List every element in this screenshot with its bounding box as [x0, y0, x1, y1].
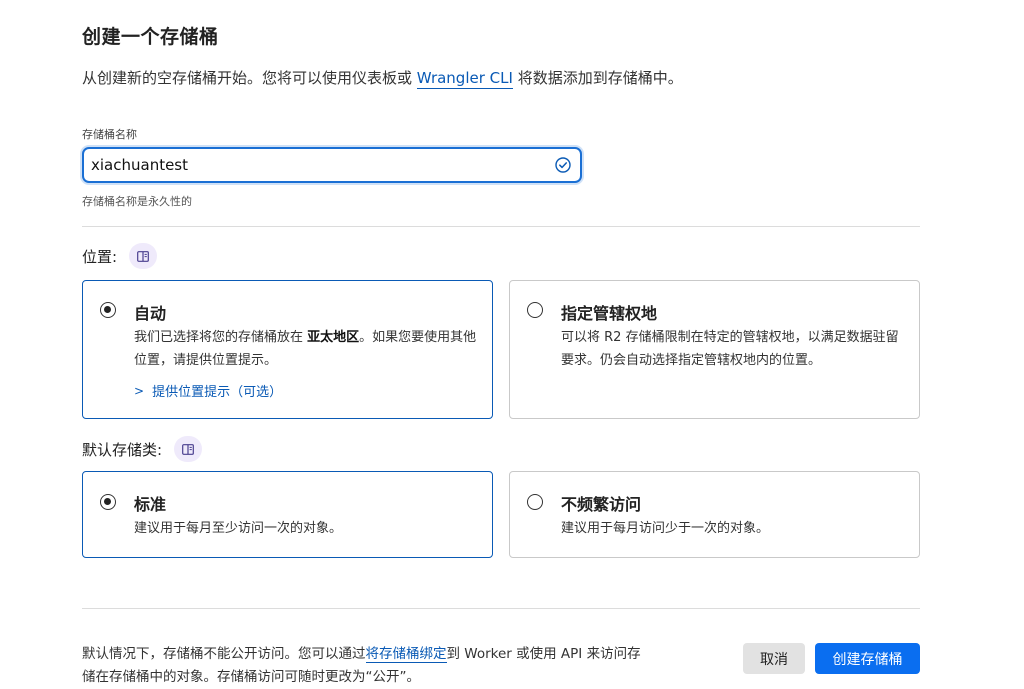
storage-infrequent-desc: 建议用于每月访问少于一次的对象。 [561, 521, 770, 536]
location-hint-label: 提供位置提示（可选） [152, 385, 283, 400]
book-icon-glyph [137, 250, 149, 262]
storage-class-option-standard[interactable]: 标准 建议用于每月至少访问一次的对象。 [82, 471, 493, 558]
bucket-name-field[interactable] [82, 147, 582, 183]
radio-auto[interactable] [100, 302, 116, 318]
book-icon-glyph [182, 443, 194, 455]
bucket-name-hint: 存储桶名称是永久性的 [82, 195, 192, 208]
storage-infrequent-title: 不频繁访问 [561, 495, 642, 514]
location-option-auto[interactable]: 自动 我们已选择将您的存储桶放在 亚太地区。如果您要使用其他位置，请提供位置提示… [82, 280, 493, 419]
intro-text-after: 将数据添加到存储桶中。 [512, 69, 683, 87]
location-auto-desc: 我们已选择将您的存储桶放在 亚太地区。如果您要使用其他位置，请提供位置提示。 [134, 326, 479, 372]
bucket-name-label: 存储桶名称 [82, 128, 137, 141]
page-title: 创建一个存储桶 [82, 26, 219, 48]
storage-standard-desc: 建议用于每月至少访问一次的对象。 [134, 521, 343, 536]
radio-jurisdiction[interactable] [527, 302, 543, 318]
location-jurisdiction-title: 指定管辖权地 [561, 304, 658, 323]
public-access-note-before: 默认情况下，存储桶不能公开访问。您可以通过 [82, 646, 366, 662]
wrangler-cli-link[interactable]: Wrangler CLI [416, 69, 513, 89]
location-auto-desc-before: 我们已选择将您的存储桶放在 [134, 330, 308, 345]
divider [82, 608, 920, 609]
location-option-jurisdiction[interactable]: 指定管辖权地 可以将 R2 存储桶限制在特定的管辖权地，以满足数据驻留要求。仍会… [509, 280, 920, 419]
intro-text: 从创建新的空存储桶开始。您将可以使用仪表板或 Wrangler CLI 将数据添… [82, 67, 683, 89]
radio-infrequent[interactable] [527, 494, 543, 510]
location-hint-toggle[interactable]: > 提供位置提示（可选） [134, 381, 283, 401]
location-label: 位置: [82, 247, 118, 266]
book-icon[interactable] [129, 243, 158, 269]
location-section-label: 位置: [82, 243, 158, 269]
intro-text-before: 从创建新的空存储桶开始。您将可以使用仪表板或 [82, 69, 417, 87]
cancel-button[interactable]: 取消 [743, 643, 805, 674]
radio-standard[interactable] [100, 494, 116, 510]
location-auto-title: 自动 [134, 304, 167, 323]
divider [82, 226, 920, 227]
check-circle-icon [555, 157, 571, 173]
bucket-name-input[interactable] [91, 154, 551, 176]
chevron-right-icon: > [134, 383, 145, 398]
public-access-note: 默认情况下，存储桶不能公开访问。您可以通过将存储桶绑定到 Worker 或使用 … [82, 643, 652, 689]
storage-class-section-label: 默认存储类: [82, 436, 203, 462]
create-bucket-page: 创建一个存储桶 从创建新的空存储桶开始。您将可以使用仪表板或 Wrangler … [82, 0, 920, 686]
book-icon[interactable] [174, 436, 203, 462]
create-bucket-button[interactable]: 创建存储桶 [815, 643, 920, 674]
storage-class-label: 默认存储类: [82, 440, 163, 459]
storage-class-option-infrequent[interactable]: 不频繁访问 建议用于每月访问少于一次的对象。 [509, 471, 920, 558]
location-auto-region: 亚太地区 [307, 330, 360, 345]
location-jurisdiction-desc: 可以将 R2 存储桶限制在特定的管辖权地，以满足数据驻留要求。仍会自动选择指定管… [561, 330, 899, 368]
bind-bucket-link[interactable]: 将存储桶绑定 [365, 646, 447, 663]
storage-standard-title: 标准 [134, 495, 167, 514]
